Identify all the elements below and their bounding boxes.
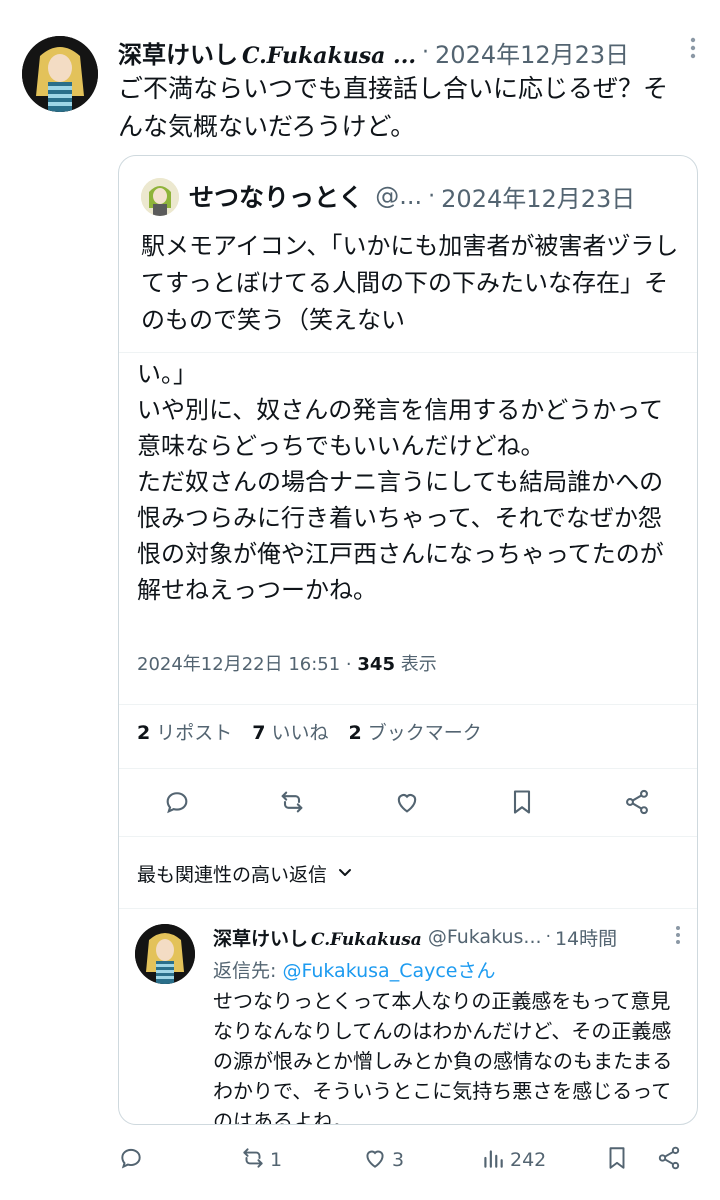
author-avatar[interactable] xyxy=(22,36,98,112)
reply-button[interactable] xyxy=(118,1140,144,1180)
bookmark-button[interactable] xyxy=(604,1140,630,1180)
outer-tweet-action-bar: 1 3 242 xyxy=(0,1140,720,1180)
views-chart-icon xyxy=(480,1145,506,1176)
tweet-header: 深草けいし C.Fukakusa ... · 2024年12月23日 xyxy=(118,32,696,72)
divider xyxy=(119,908,697,909)
tweet-text: ご不満ならいつでも直接話し合いに応じるぜ？そんな気概ないだろうけど。 xyxy=(118,74,669,141)
reply-time[interactable]: 14時間 xyxy=(555,924,617,951)
retweet-icon xyxy=(240,1145,266,1176)
tweet-action-bar xyxy=(119,784,697,820)
reply-author-name-suffix: C.Fukakusa xyxy=(311,929,422,950)
chevron-down-icon xyxy=(337,863,353,885)
quoted-author-name[interactable]: せつなりっとく xyxy=(189,178,363,214)
views-count: 242 xyxy=(510,1149,547,1171)
views-button[interactable]: 242 xyxy=(480,1140,546,1180)
likes-stat[interactable]: 7 いいね xyxy=(252,718,328,745)
author-name-suffix: C.Fukakusa ... xyxy=(242,42,417,69)
quoted-tweet-text: 駅メモアイコン、「いかにも加害者が被害者ヅラしてすっとぼけてる人間の下の下みたい… xyxy=(141,232,679,334)
retweet-count: 1 xyxy=(270,1149,283,1171)
reply-text: せつなりっとくって本人なりの正義感をもって意見なりなんなりしてんのはわかんだけど… xyxy=(213,989,673,1125)
retweet-icon[interactable] xyxy=(274,784,310,820)
views-label: 表示 xyxy=(394,654,437,675)
tweet-timestamp: 2024年12月22日 16:51 · 345 表示 xyxy=(137,650,437,676)
reply-author-handle[interactable]: @Fukakus... xyxy=(428,926,542,948)
divider xyxy=(119,704,697,705)
reply-more-options-icon[interactable] xyxy=(675,924,681,951)
quoted-tweet-card[interactable]: せつなりっとく @... · 2024年12月23日 駅メモアイコン、「いかにも… xyxy=(118,155,698,1125)
separator-dot: · xyxy=(422,39,430,65)
quoted-tweet-continuation: い。」 いや別に、奴さんの発言を信用するかどうかって意味ならどっちでもいいんだけ… xyxy=(137,360,664,604)
reply-sort-label: 最も関連性の高い返信 xyxy=(137,864,328,886)
divider xyxy=(119,836,697,837)
quoted-author-handle[interactable]: @... xyxy=(375,182,422,210)
divider xyxy=(119,768,697,769)
quoted-author-avatar[interactable] xyxy=(141,178,179,216)
share-icon xyxy=(656,1145,682,1176)
like-icon xyxy=(362,1145,388,1176)
share-icon[interactable] xyxy=(619,784,655,820)
like-count: 3 xyxy=(392,1149,405,1171)
tweet-date[interactable]: 2024年12月23日 xyxy=(435,35,629,70)
views-count: 345 xyxy=(357,654,395,675)
quoted-tweet-header: せつなりっとく @... · 2024年12月23日 xyxy=(189,176,635,216)
author-name[interactable]: 深草けいし C.Fukakusa ... xyxy=(118,35,416,70)
like-icon[interactable] xyxy=(389,784,425,820)
reply-to-prefix: 返信先: xyxy=(213,960,283,982)
like-button[interactable]: 3 xyxy=(362,1140,404,1180)
engagement-stats: 2 リポスト 7 いいね 2 ブックマーク xyxy=(137,718,482,745)
reply-author-name[interactable]: 深草けいし C.Fukakusa xyxy=(213,924,422,951)
bookmark-icon[interactable] xyxy=(504,784,540,820)
retweet-button[interactable]: 1 xyxy=(240,1140,282,1180)
quoted-tweet-date[interactable]: 2024年12月23日 xyxy=(441,179,635,214)
reply-icon xyxy=(118,1145,144,1176)
timestamp-text[interactable]: 2024年12月22日 16:51 · xyxy=(137,654,357,675)
bookmark-icon xyxy=(604,1145,630,1176)
bookmarks-stat[interactable]: 2 ブックマーク xyxy=(349,718,482,745)
reply-to-line: 返信先: @Fukakusa_Cayceさん xyxy=(213,956,496,983)
reply-icon[interactable] xyxy=(159,784,195,820)
reply-sort-dropdown[interactable]: 最も関連性の高い返信 xyxy=(137,860,353,887)
reply-header: 深草けいし C.Fukakusa @Fukakus... · 14時間 xyxy=(213,922,683,952)
reply-to-mention[interactable]: @Fukakusa_Cayceさん xyxy=(282,960,495,982)
divider xyxy=(119,352,697,353)
separator-dot: · xyxy=(545,927,551,947)
reposts-stat[interactable]: 2 リポスト xyxy=(137,718,232,745)
share-button[interactable] xyxy=(656,1140,682,1180)
separator-dot: · xyxy=(428,183,436,209)
more-options-icon[interactable] xyxy=(690,36,696,66)
reply-author-avatar[interactable] xyxy=(135,924,195,984)
